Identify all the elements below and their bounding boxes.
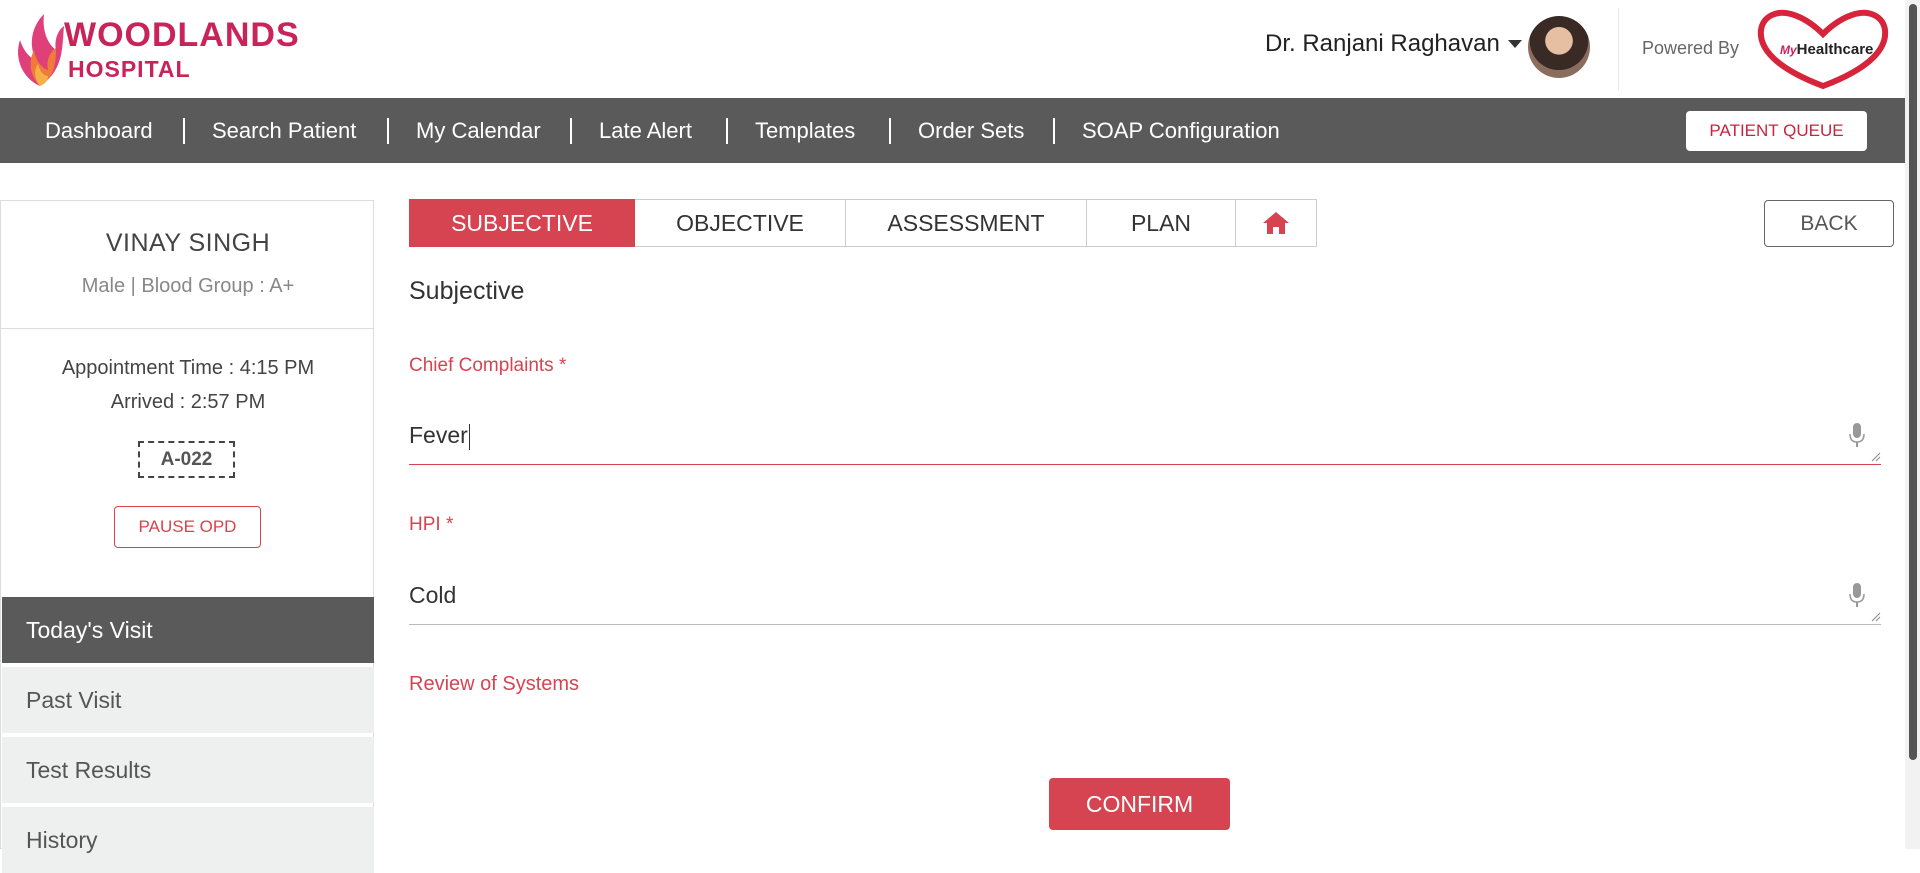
microphone-icon[interactable] bbox=[1849, 582, 1865, 608]
sidebar-item-label: Today's Visit bbox=[26, 616, 153, 643]
tab-assessment[interactable]: ASSESSMENT bbox=[846, 199, 1087, 247]
user-name: Dr. Ranjani Raghavan bbox=[1265, 30, 1500, 57]
sidebar-item-label: Test Results bbox=[26, 756, 152, 783]
patient-details: Male | Blood Group : A+ bbox=[81, 275, 295, 297]
review-of-systems-link[interactable]: Review of Systems bbox=[409, 673, 579, 696]
sidebar-item-label: Past Visit bbox=[26, 686, 122, 713]
microphone-icon[interactable] bbox=[1849, 422, 1865, 448]
nav-separator bbox=[726, 118, 728, 144]
chief-complaints-field[interactable]: Fever bbox=[409, 410, 1881, 465]
nav-separator bbox=[183, 118, 185, 144]
nav-separator bbox=[387, 118, 389, 144]
top-nav: Dashboard Search Patient My Calendar Lat… bbox=[0, 98, 1905, 163]
nav-separator bbox=[1053, 118, 1055, 144]
header-divider bbox=[1618, 8, 1619, 90]
partner-logo-name: Healthcare bbox=[1796, 41, 1874, 58]
scrollbar-thumb[interactable] bbox=[1909, 4, 1917, 760]
nav-soap-configuration[interactable]: SOAP Configuration bbox=[1082, 98, 1280, 163]
header: WOODLANDS HOSPITAL Dr. Ranjani Raghavan … bbox=[0, 0, 1905, 98]
field-underline bbox=[409, 464, 1881, 465]
hpi-value: Cold bbox=[409, 582, 457, 608]
home-icon bbox=[1263, 212, 1289, 234]
sidebar-divider bbox=[1, 328, 373, 329]
nav-separator bbox=[889, 118, 891, 144]
token-badge: A-022 bbox=[138, 441, 235, 478]
partner-logo-my: My bbox=[1780, 43, 1797, 57]
flame-logo-icon bbox=[18, 14, 64, 86]
hospital-name-line1: WOODLANDS bbox=[64, 16, 300, 54]
hpi-label: HPI * bbox=[409, 514, 454, 535]
partner-logo-text: MyHealthcare bbox=[1780, 41, 1873, 58]
chief-complaints-value: Fever bbox=[409, 422, 468, 448]
tab-home[interactable] bbox=[1236, 199, 1317, 247]
resize-handle-icon[interactable] bbox=[1871, 452, 1881, 462]
nav-my-calendar[interactable]: My Calendar bbox=[416, 98, 541, 163]
nav-order-sets[interactable]: Order Sets bbox=[918, 98, 1024, 163]
chevron-down-icon bbox=[1507, 40, 1522, 48]
nav-templates[interactable]: Templates bbox=[755, 98, 855, 163]
hpi-field[interactable]: Cold bbox=[409, 570, 1881, 625]
section-title: Subjective bbox=[409, 277, 525, 305]
sidebar-item-past-visit[interactable]: Past Visit bbox=[2, 667, 374, 733]
resize-handle-icon[interactable] bbox=[1871, 612, 1881, 622]
nav-search-patient[interactable]: Search Patient bbox=[212, 98, 356, 163]
patient-queue-button[interactable]: PATIENT QUEUE bbox=[1686, 111, 1867, 151]
appointment-time: Appointment Time : 4:15 PM bbox=[61, 357, 315, 379]
back-button[interactable]: BACK bbox=[1764, 200, 1894, 247]
sidebar-item-todays-visit[interactable]: Today's Visit bbox=[2, 597, 374, 663]
avatar[interactable] bbox=[1528, 16, 1590, 78]
nav-separator bbox=[570, 118, 572, 144]
patient-sidebar: VINAY SINGH Male | Blood Group : A+ Appo… bbox=[0, 200, 374, 873]
powered-by-label: Powered By bbox=[1642, 38, 1740, 58]
text-cursor bbox=[468, 423, 470, 450]
nav-dashboard[interactable]: Dashboard bbox=[45, 98, 153, 163]
soap-tabs: SUBJECTIVE OBJECTIVE ASSESSMENT PLAN bbox=[409, 199, 1317, 247]
nav-late-alert[interactable]: Late Alert bbox=[599, 98, 692, 163]
patient-name: VINAY SINGH bbox=[105, 229, 271, 257]
sidebar-item-label: History bbox=[26, 826, 98, 853]
sidebar-item-history[interactable]: History bbox=[2, 807, 374, 873]
tab-plan[interactable]: PLAN bbox=[1087, 199, 1236, 247]
arrived-time: Arrived : 2:57 PM bbox=[110, 391, 266, 413]
confirm-button[interactable]: CONFIRM bbox=[1049, 778, 1230, 830]
tab-subjective[interactable]: SUBJECTIVE bbox=[409, 199, 635, 247]
pause-opd-button[interactable]: PAUSE OPD bbox=[114, 506, 261, 548]
tab-objective[interactable]: OBJECTIVE bbox=[635, 199, 846, 247]
field-underline bbox=[409, 624, 1881, 625]
user-menu[interactable]: Dr. Ranjani Raghavan bbox=[1265, 30, 1522, 58]
sidebar-item-test-results[interactable]: Test Results bbox=[2, 737, 374, 803]
hospital-name-line2: HOSPITAL bbox=[68, 56, 191, 82]
chief-complaints-label: Chief Complaints * bbox=[409, 355, 567, 376]
